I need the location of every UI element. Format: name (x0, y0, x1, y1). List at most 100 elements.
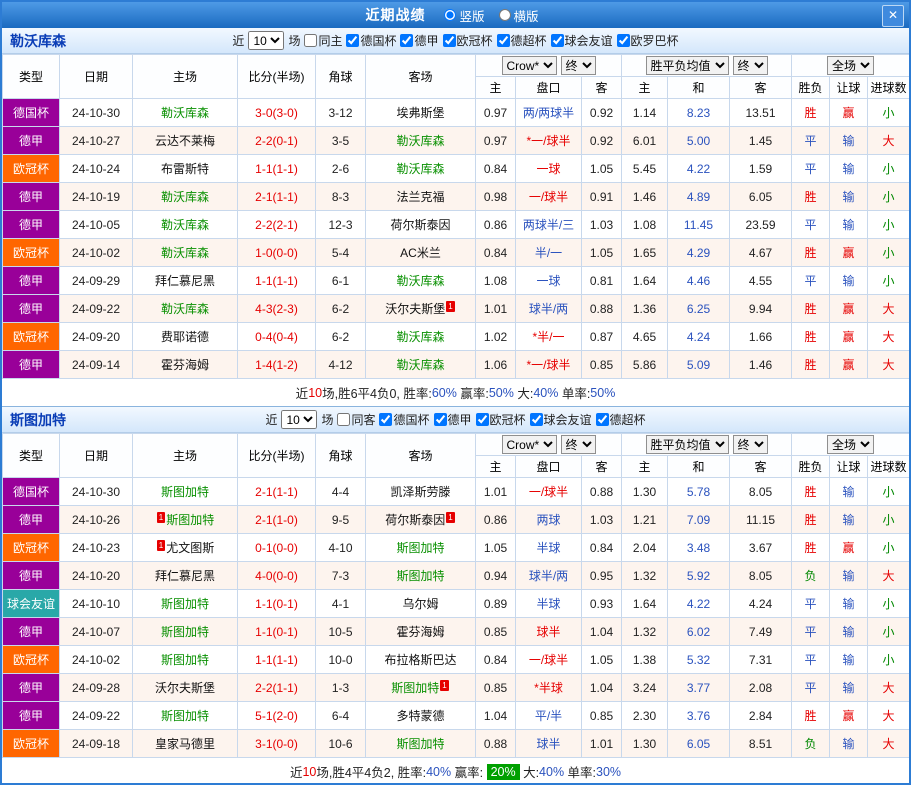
euro-home-odds-cell: 1.30 (622, 730, 668, 758)
scope-select[interactable]: 全场 (827, 56, 874, 75)
goals-result-cell: 大 (868, 351, 910, 379)
result-cell: 平 (792, 646, 830, 674)
league-checkbox[interactable] (497, 34, 510, 47)
score-cell: 1-1(1-1) (238, 267, 316, 295)
away-team-name: 斯图加特 (396, 737, 444, 751)
red-card-badge: 1 (157, 512, 165, 523)
bookmaker-select[interactable]: Crow* (502, 56, 557, 75)
handicap-result-cell: 输 (830, 618, 868, 646)
home-team-cell: 勒沃库森 (133, 295, 238, 323)
summary-segment: 近 (290, 762, 303, 781)
asian-away-odds-cell: 1.05 (582, 155, 622, 183)
league-checkbox[interactable] (530, 413, 543, 426)
handicap-result-cell: 赢 (830, 295, 868, 323)
away-team-cell: 乌尔姆 (366, 590, 476, 618)
final-odds-select[interactable]: 终 (561, 435, 596, 454)
league-filter[interactable]: 德甲 (400, 32, 438, 49)
asian-home-odds-cell: 1.04 (476, 702, 516, 730)
handicap-result-cell: 赢 (830, 351, 868, 379)
league-filter[interactable]: 欧冠杯 (476, 411, 526, 428)
league-filter[interactable]: 德国杯 (346, 32, 396, 49)
league-filter[interactable]: 球会友谊 (551, 32, 613, 49)
asian-home-odds-cell: 1.05 (476, 534, 516, 562)
date-cell: 24-10-20 (60, 562, 133, 590)
asian-away-odds-cell: 1.05 (582, 239, 622, 267)
league-filter[interactable]: 德甲 (434, 411, 472, 428)
corner-cell: 4-12 (316, 351, 366, 379)
league-checkbox[interactable] (443, 34, 456, 47)
same-venue-checkbox[interactable] (304, 34, 317, 47)
wdl-average-select[interactable]: 胜平负均值 (646, 56, 729, 75)
asian-away-odds-cell: 0.85 (582, 351, 622, 379)
date-cell: 24-10-19 (60, 183, 133, 211)
league-filter[interactable]: 球会友谊 (530, 411, 592, 428)
asian-handicap-cell: *一/球半 (516, 351, 582, 379)
home-team-cell: 费耶诺德 (133, 323, 238, 351)
near-label: 近 (232, 32, 244, 49)
league-filter[interactable]: 德超杯 (497, 32, 547, 49)
league-filter[interactable]: 德国杯 (379, 411, 429, 428)
date-cell: 24-10-30 (60, 478, 133, 506)
league-checkbox[interactable] (400, 34, 413, 47)
euro-home-odds-cell: 1.36 (622, 295, 668, 323)
same-venue-checkbox[interactable] (337, 413, 350, 426)
goals-result-cell: 大 (868, 730, 910, 758)
league-filter[interactable]: 欧冠杯 (443, 32, 493, 49)
league-cell: 德甲 (3, 211, 60, 239)
goals-result-cell: 小 (868, 478, 910, 506)
league-checkbox[interactable] (434, 413, 447, 426)
league-filter[interactable]: 欧罗巴杯 (617, 32, 679, 49)
euro-draw-odds-cell: 4.29 (668, 239, 730, 267)
team-name: 斯图加特 (10, 410, 66, 430)
layout-option-vertical[interactable]: 竖版 (444, 6, 484, 25)
games-label: 场 (321, 411, 333, 428)
vertical-layout-radio[interactable] (444, 9, 456, 21)
league-cell: 欧冠杯 (3, 730, 60, 758)
close-icon[interactable]: ✕ (882, 5, 904, 27)
scope-select[interactable]: 全场 (827, 435, 874, 454)
euro-away-odds-cell: 9.94 (730, 295, 792, 323)
home-team-cell: 皇家马德里 (133, 730, 238, 758)
layout-option-horizontal[interactable]: 横版 (499, 6, 539, 25)
same-venue-filter[interactable]: 同客 (337, 411, 375, 428)
match-row: 球会友谊24-10-10斯图加特1-1(0-1)4-1乌尔姆0.89半球0.93… (3, 590, 910, 618)
match-count-select[interactable]: 10 (281, 410, 317, 429)
match-row: 欧冠杯24-09-18皇家马德里3-1(0-0)10-6斯图加特0.88球半1.… (3, 730, 910, 758)
league-filter[interactable]: 德超杯 (596, 411, 646, 428)
league-checkbox[interactable] (617, 34, 630, 47)
euro-draw-odds-cell: 3.76 (668, 702, 730, 730)
home-team-cell: 云达不莱梅 (133, 127, 238, 155)
home-team-cell: 拜仁慕尼黑 (133, 562, 238, 590)
final-odds-select-2[interactable]: 终 (733, 435, 768, 454)
same-venue-filter[interactable]: 同主 (304, 32, 342, 49)
summary-segment: 40% (533, 386, 558, 400)
euro-away-odds-cell: 4.67 (730, 239, 792, 267)
asian-home-odds-cell: 1.06 (476, 351, 516, 379)
date-cell: 24-10-10 (60, 590, 133, 618)
col-header-asian_home: 主 (476, 456, 516, 478)
league-checkbox[interactable] (379, 413, 392, 426)
date-cell: 24-09-18 (60, 730, 133, 758)
euro-home-odds-cell: 1.64 (622, 267, 668, 295)
asian-handicap-cell: 一球 (516, 155, 582, 183)
league-checkbox[interactable] (476, 413, 489, 426)
col-header-date: 日期 (60, 55, 133, 99)
final-odds-select-2[interactable]: 终 (733, 56, 768, 75)
away-team-cell: 斯图加特1 (366, 674, 476, 702)
home-team-cell: 霍芬海姆 (133, 351, 238, 379)
league-cell: 欧冠杯 (3, 646, 60, 674)
horizontal-layout-radio[interactable] (499, 9, 511, 21)
date-cell: 24-09-28 (60, 674, 133, 702)
bookmaker-select[interactable]: Crow* (502, 435, 557, 454)
league-checkbox[interactable] (551, 34, 564, 47)
euro-away-odds-cell: 2.08 (730, 674, 792, 702)
summary-segment: 10 (302, 765, 316, 779)
league-checkbox[interactable] (346, 34, 359, 47)
match-count-select[interactable]: 10 (248, 31, 284, 50)
asian-away-odds-cell: 1.05 (582, 646, 622, 674)
wdl-average-select[interactable]: 胜平负均值 (646, 435, 729, 454)
final-odds-select[interactable]: 终 (561, 56, 596, 75)
asian-home-odds-cell: 0.98 (476, 183, 516, 211)
team-section: 勒沃库森近10场同主德国杯德甲欧冠杯德超杯球会友谊欧罗巴杯类型日期主场比分(半场… (2, 28, 909, 407)
league-checkbox[interactable] (596, 413, 609, 426)
